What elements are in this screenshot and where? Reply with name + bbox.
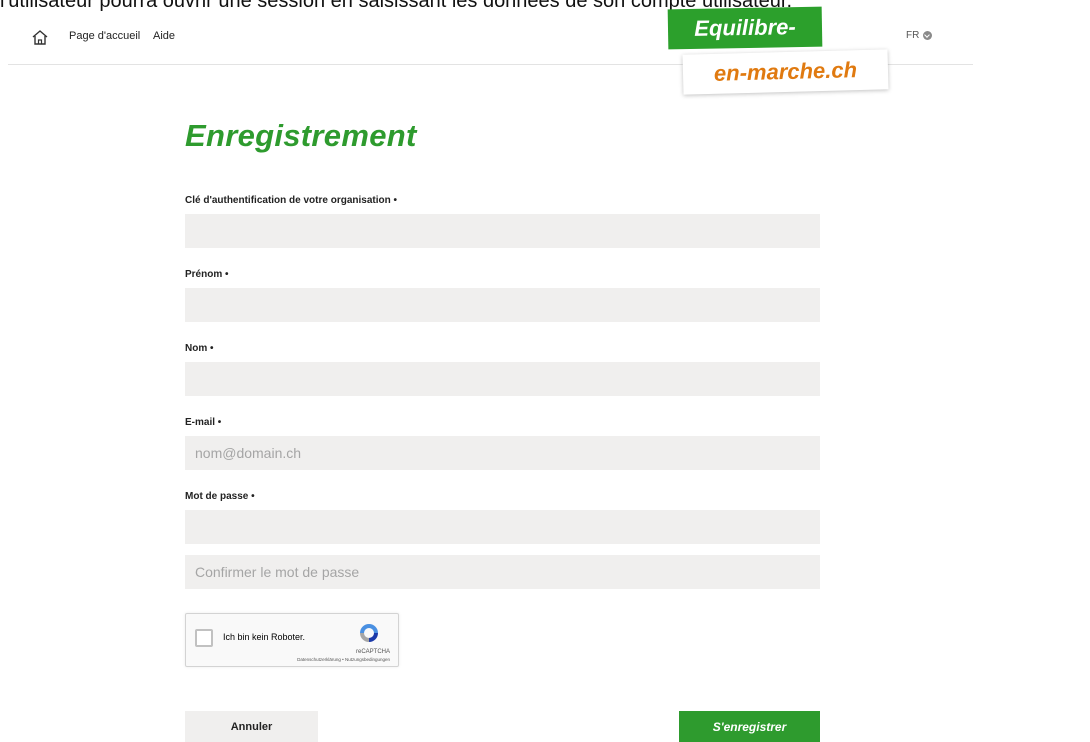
language-label: FR — [906, 30, 920, 41]
recaptcha-checkbox[interactable] — [195, 629, 213, 647]
page-caption: l'utilisateur pourra ouvrir une session … — [0, 0, 793, 12]
email-label: E-mail • — [185, 417, 222, 428]
register-button[interactable]: S'enregistrer — [679, 711, 820, 742]
language-selector[interactable]: FR — [906, 30, 933, 41]
password-input[interactable] — [185, 510, 820, 544]
logo-line-1: Equilibre- — [667, 6, 823, 50]
last-name-input[interactable] — [185, 362, 820, 396]
page-title: Enregistrement — [185, 118, 417, 153]
confirm-password-input[interactable] — [185, 555, 820, 589]
home-icon[interactable] — [30, 28, 50, 48]
first-name-label: Prénom • — [185, 269, 229, 280]
cancel-button[interactable]: Annuler — [185, 711, 318, 742]
recaptcha-brand: reCAPTCHA — [355, 649, 390, 655]
email-input[interactable] — [185, 436, 820, 470]
password-label: Mot de passe • — [185, 491, 255, 502]
recaptcha-logo-icon — [360, 624, 378, 642]
org-key-input[interactable] — [185, 214, 820, 248]
chevron-down-icon — [923, 31, 933, 40]
nav-home-link[interactable]: Page d'accueil — [69, 30, 140, 42]
recaptcha-label: Ich bin kein Roboter. — [223, 632, 306, 642]
site-logo[interactable]: Equilibre- en-marche.ch — [667, 6, 893, 95]
last-name-label: Nom • — [185, 343, 214, 354]
recaptcha-widget: Ich bin kein Roboter. reCAPTCHA Datensch… — [185, 613, 399, 667]
first-name-input[interactable] — [185, 288, 820, 322]
recaptcha-terms-links[interactable]: Datenschutzerklärung • Nutzungsbedingung… — [297, 657, 390, 662]
logo-line-2: en-marche.ch — [682, 49, 889, 95]
nav-help-link[interactable]: Aide — [153, 30, 175, 42]
org-key-label: Clé d'authentification de votre organisa… — [185, 195, 398, 206]
